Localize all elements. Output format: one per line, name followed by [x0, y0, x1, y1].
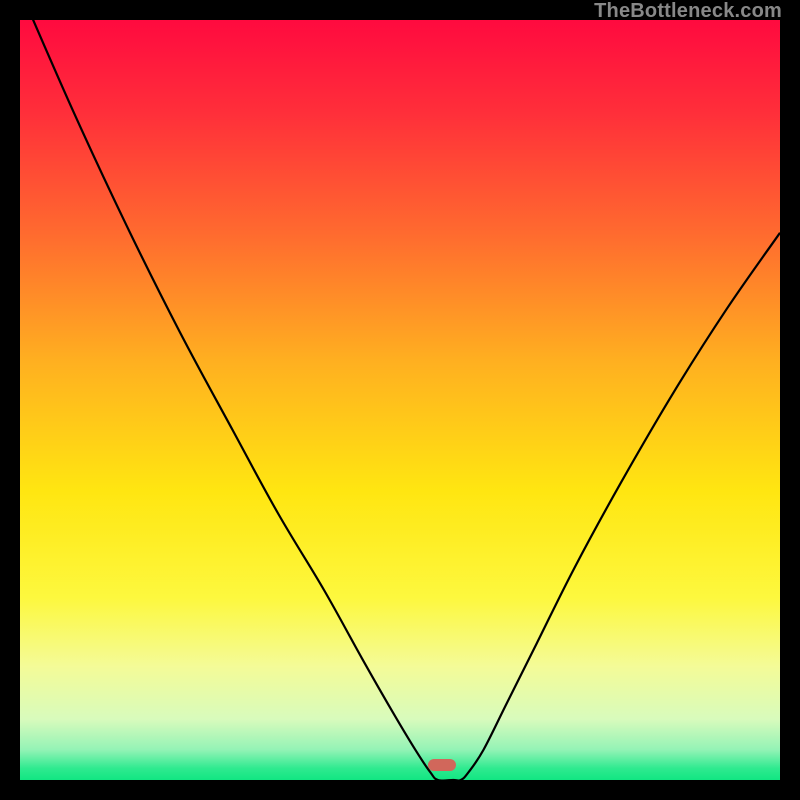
bottleneck-curve	[20, 20, 780, 780]
optimal-marker	[428, 759, 456, 771]
plot-area	[20, 20, 780, 780]
